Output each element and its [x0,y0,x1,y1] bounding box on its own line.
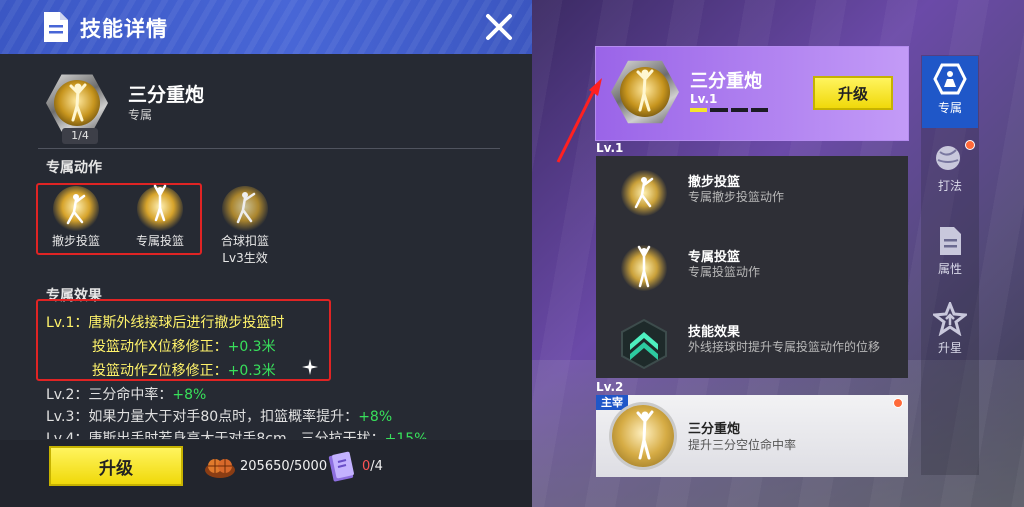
tab-playstyle-label: 打法 [937,179,962,193]
effect-lv3: Lv.3：如果力量大于对手80点时，扣篮概率提升：+8% [46,409,393,425]
skill-book-count: 0/4 [362,459,383,474]
top-upgrade-button[interactable]: 升级 [813,76,893,110]
skill-name: 三分重炮 [128,84,205,106]
effect-lv2: Lv.2：三分命中率：+8% [46,387,207,403]
lv2-tag: Lv.2 [596,380,624,394]
top-skill-level: Lv.1 [690,92,718,106]
tab-attributes[interactable]: 属性 [922,225,978,285]
star-icon [931,299,969,337]
tab-exclusive-label: 专属 [937,101,962,115]
upgrade-button[interactable]: 升级 [49,446,183,486]
upgrade-chevron-icon [621,318,667,370]
top-skill-name: 三分重炮 [690,71,762,92]
notification-dot [965,140,975,150]
notification-dot [893,398,903,408]
effect-lv4-clip: Lv.4：唐斯出手时若身高大于对手8cm，三分抗干扰：+15% [40,426,490,439]
step-back-shot-icon [66,194,86,225]
dominant-badge: 主宰 [596,395,628,410]
effect-lv1-line1: Lv.1：唐斯外线接球后进行撤步投篮时 [46,315,285,331]
dunk-icon [236,192,256,224]
lv1-item-desc-3: 外线接球时提升专属投篮动作的位移 [688,340,881,354]
jump-shot-icon [637,245,651,288]
lv2-shooter-icon [636,410,654,460]
tab-playstyle[interactable]: 打法 [922,142,978,202]
effect-lv4: Lv.4：唐斯出手时若身高大于对手8cm，三分抗干扰：+15% [46,431,428,439]
jump-shot-icon [153,184,167,222]
document-icon [44,12,68,42]
badge-icon [933,63,967,95]
effect-lv1-line2: 投篮动作X位移修正：+0.3米 [92,339,276,355]
divider [38,148,500,149]
lv1-tag: Lv.1 [596,141,624,155]
lv2-item-desc: 提升三分空位命中率 [688,438,797,452]
actions-title: 专属动作 [46,160,102,176]
shooter-icon [69,83,87,122]
close-icon[interactable] [484,12,514,42]
tab-exclusive[interactable]: 专属 [922,56,978,128]
lv2-item-name: 三分重炮 [688,422,741,437]
player-icon [936,146,960,170]
tab-attributes-label: 属性 [937,262,962,276]
lv1-item-desc-2: 专属投篮动作 [688,265,761,279]
step-back-shot-icon [634,177,654,209]
tab-star-up[interactable]: 升星 [922,299,978,362]
tab-star-up-label: 升星 [937,341,962,355]
level-count: 1/4 [62,128,98,144]
lv1-item-desc-1: 专属撤步投篮动作 [688,190,785,204]
document-icon [940,227,961,255]
top-shooter-icon [636,69,654,112]
basketball-resource-count: 205650/5000 [240,459,328,474]
effect-lv1-line3: 投篮动作Z位移修正：+0.3米 [92,363,276,379]
sparkle-icon [302,359,318,375]
basketball-resource-icon [205,459,235,478]
panel-title: 技能详情 [80,17,168,41]
skill-type: 专属 [128,108,153,122]
level-progress [690,108,768,112]
skill-book-icon [328,451,354,482]
